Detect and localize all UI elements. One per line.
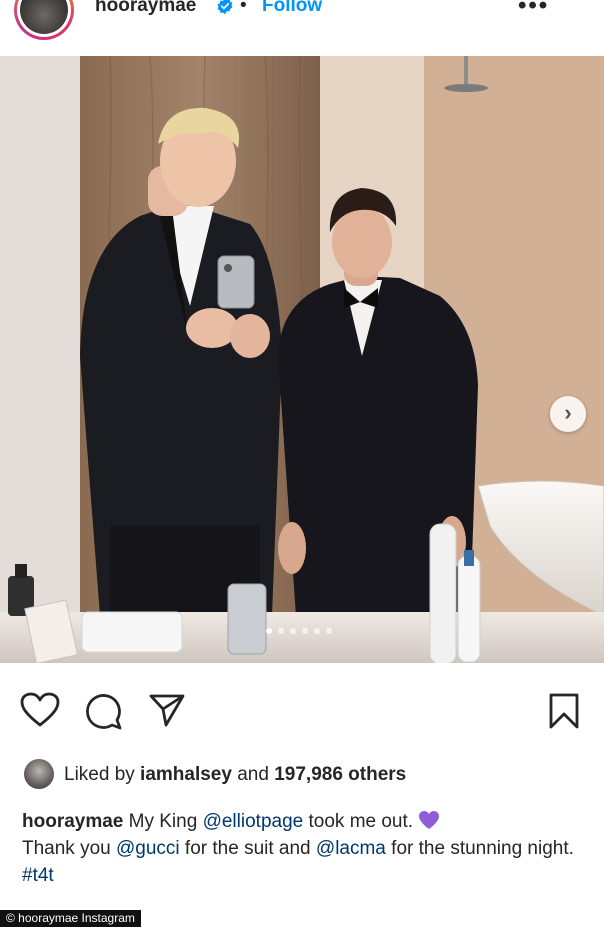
heart-icon[interactable] [20, 692, 60, 728]
header-separator: • [240, 0, 247, 16]
mention-elliotpage[interactable]: @elliotpage [203, 811, 304, 832]
avatar-frame [17, 0, 71, 37]
caption-username[interactable]: hooraymae [22, 811, 123, 832]
caption-text: for the suit and [179, 838, 316, 859]
mention-lacma[interactable]: @lacma [316, 838, 386, 859]
carousel-indicator [0, 628, 604, 636]
likes-middle: and [231, 764, 275, 785]
caption-text: Thank you [22, 838, 116, 859]
chevron-right-icon: › [564, 400, 572, 425]
carousel-dot [290, 628, 296, 634]
carousel-dot [266, 628, 272, 634]
verified-badge-icon [217, 0, 233, 15]
caption-text: My King [123, 811, 203, 832]
next-photo-button[interactable]: › [550, 396, 586, 432]
hashtag-link[interactable]: #t4t [22, 865, 54, 886]
post-image[interactable]: › [0, 56, 604, 663]
carousel-dot [302, 628, 308, 634]
likes-user[interactable]: iamhalsey [140, 764, 232, 785]
carousel-dot [314, 628, 320, 634]
caption-text: for the stunning night. [385, 838, 574, 859]
likes-prefix: Liked by [64, 764, 141, 785]
comment-icon[interactable] [84, 692, 124, 730]
story-ring[interactable] [14, 0, 74, 40]
post-caption: hooraymae My King @elliotpage took me ou… [22, 808, 582, 889]
likes-count[interactable]: 197,986 others [274, 764, 406, 785]
post-photo-illustration [0, 56, 604, 663]
more-options-icon[interactable]: ••• [518, 0, 549, 20]
photo-credit: © hooraymae Instagram [0, 910, 141, 927]
likes-summary[interactable]: Liked by iamhalsey and 197,986 others [64, 764, 406, 786]
carousel-dot [278, 628, 284, 634]
post-header: hooraymae • Follow ••• [0, 0, 604, 50]
bookmark-icon[interactable] [548, 692, 580, 730]
follow-button[interactable]: Follow [262, 0, 322, 17]
avatar[interactable] [20, 0, 68, 34]
liker-avatar[interactable] [24, 759, 54, 789]
caption-text: took me out. [303, 811, 419, 832]
purple-heart-icon [419, 811, 440, 829]
share-icon[interactable] [148, 692, 186, 728]
carousel-dot [326, 628, 332, 634]
mention-gucci[interactable]: @gucci [116, 838, 180, 859]
post-username[interactable]: hooraymae [95, 0, 196, 17]
